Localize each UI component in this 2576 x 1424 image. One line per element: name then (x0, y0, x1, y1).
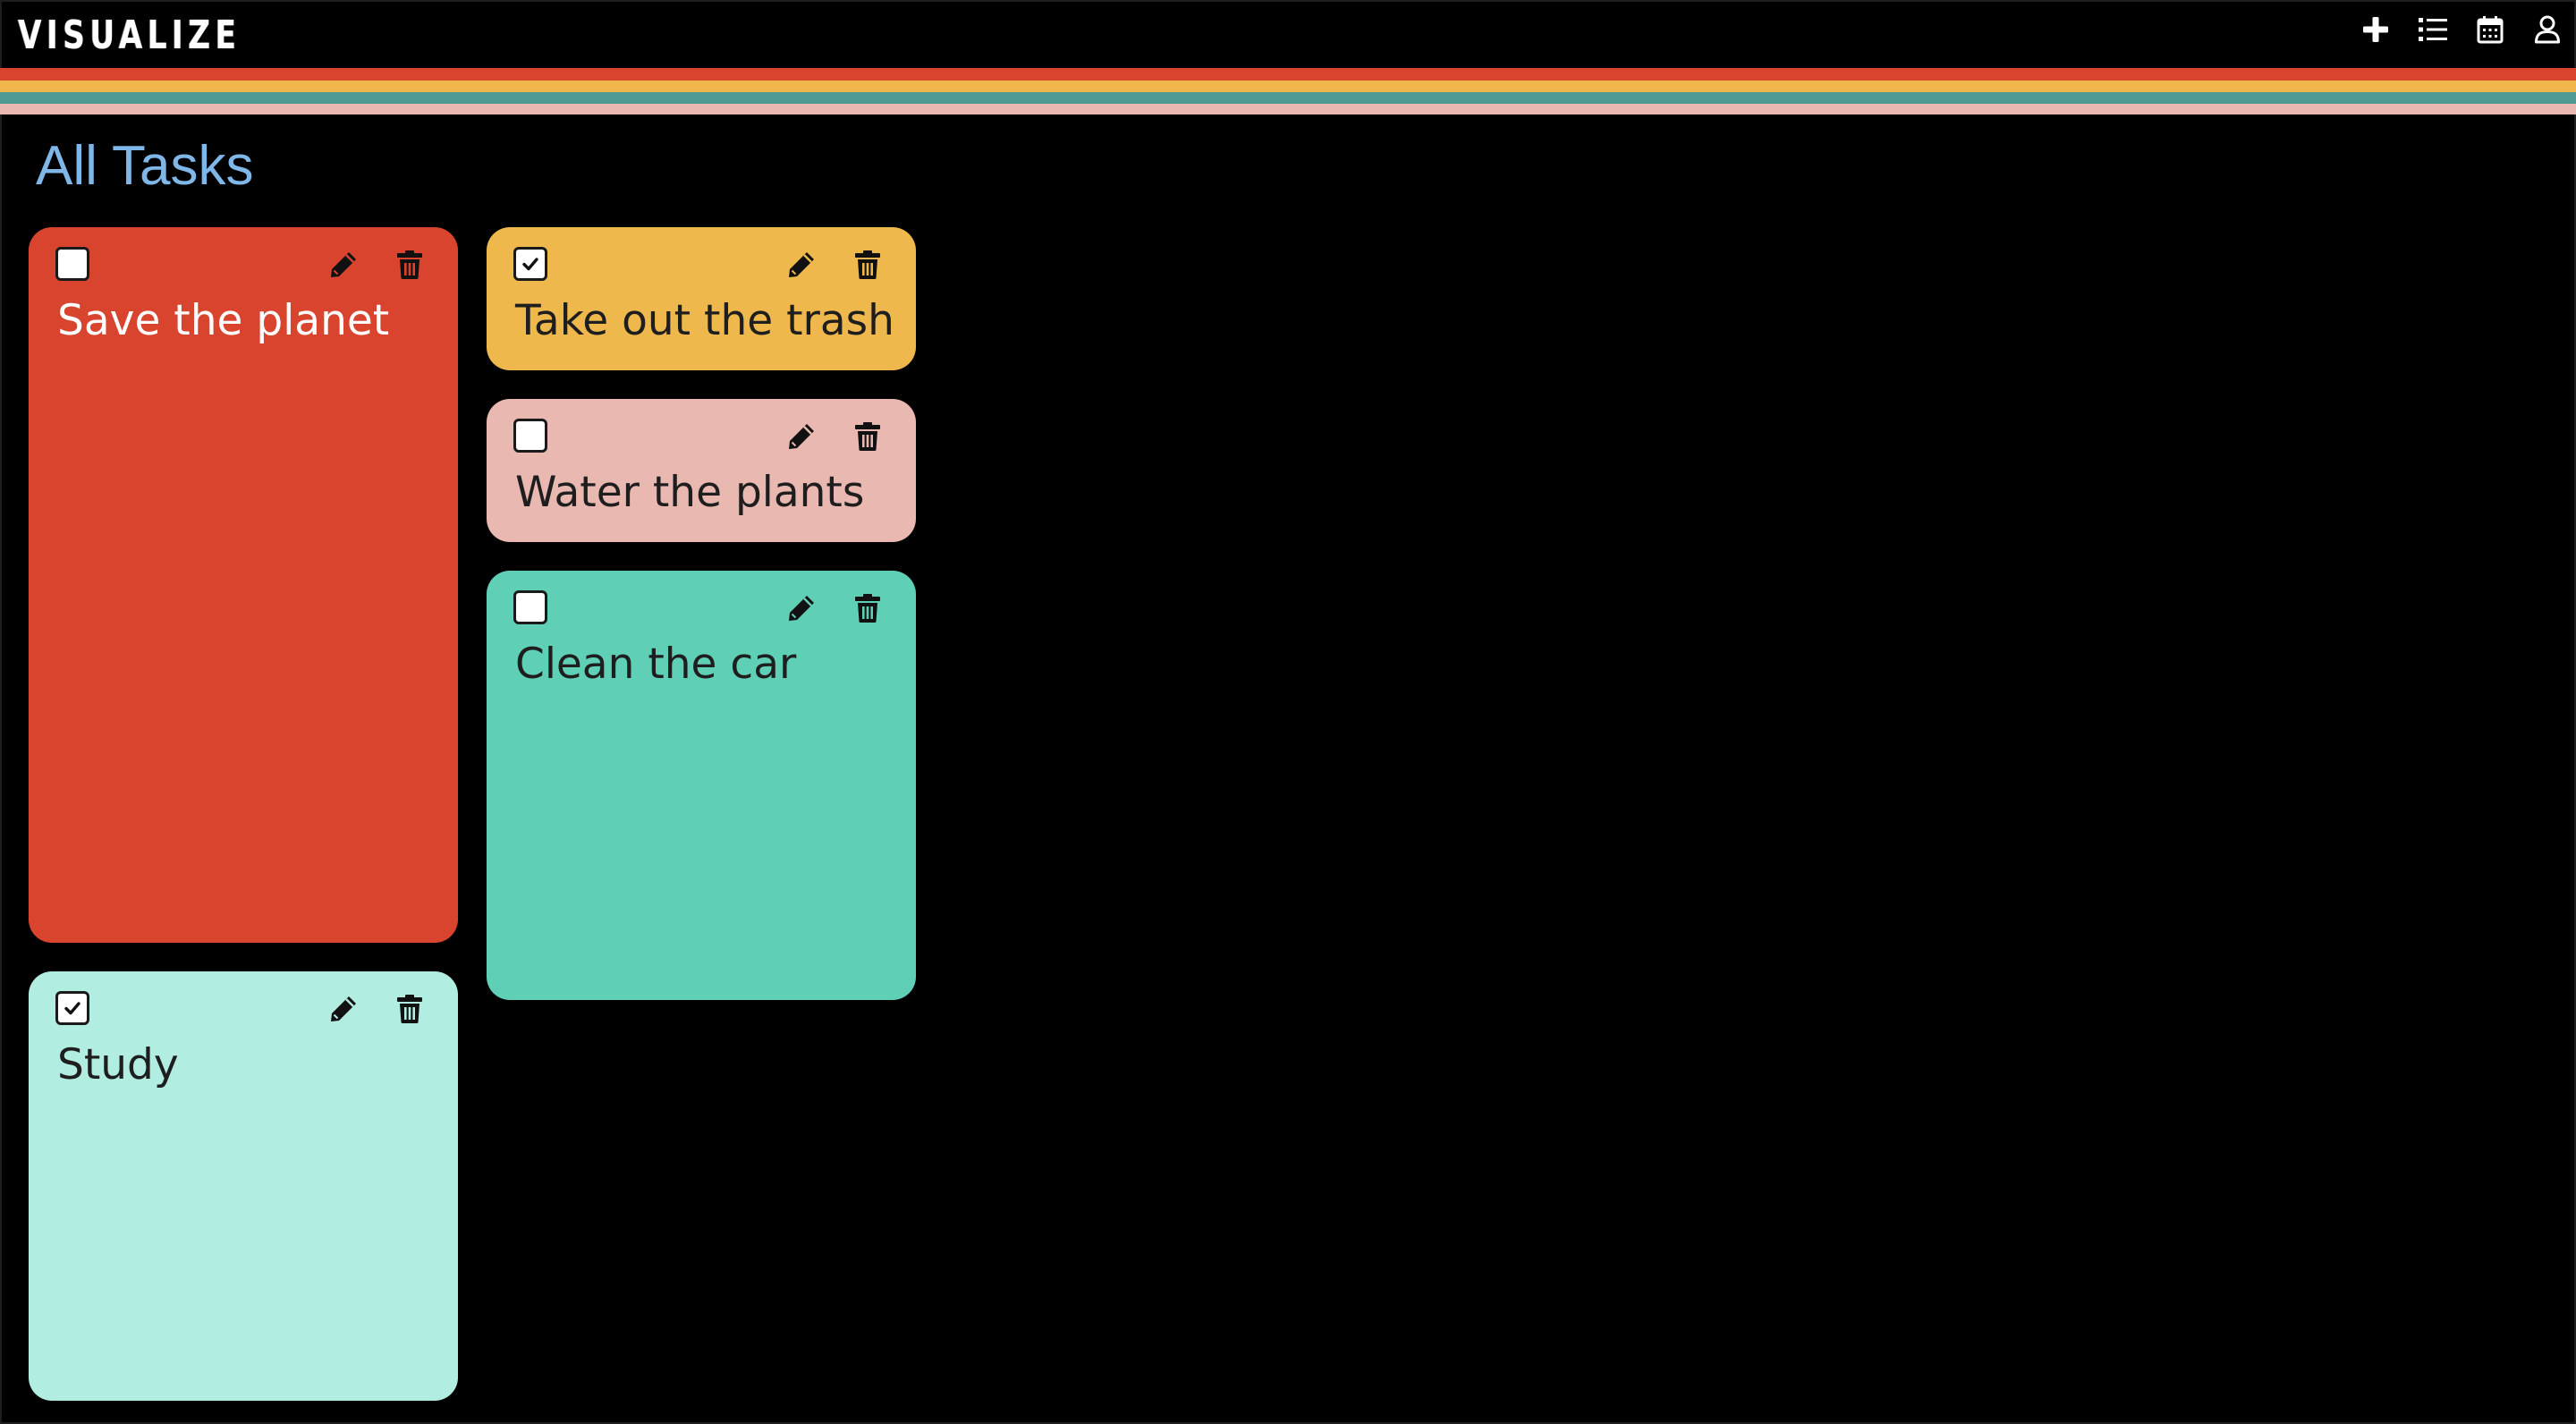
user-icon (2535, 15, 2560, 44)
pencil-icon (331, 996, 356, 1021)
task-title: Clean the car (515, 640, 797, 689)
delete-button[interactable] (392, 991, 428, 1027)
task-title: Water the plants (515, 468, 865, 517)
task-checkbox[interactable] (513, 590, 547, 624)
plus-icon (2363, 17, 2388, 42)
list-icon (2419, 18, 2447, 41)
calendar-view-button[interactable] (2462, 13, 2519, 47)
edit-button[interactable] (784, 247, 819, 283)
task-checkbox[interactable] (55, 991, 89, 1025)
edit-button[interactable] (326, 247, 361, 283)
task-checkbox[interactable] (513, 247, 547, 281)
top-nav (2347, 13, 2576, 47)
trash-icon (397, 250, 422, 279)
task-card: Study (29, 971, 458, 1401)
delete-button[interactable] (850, 419, 886, 454)
checkmark-icon (64, 1002, 80, 1015)
trash-icon (855, 250, 880, 279)
edit-button[interactable] (784, 590, 819, 626)
checkmark-icon (522, 258, 538, 271)
trash-icon (397, 995, 422, 1023)
stripe-yellow (0, 81, 2576, 92)
list-view-button[interactable] (2404, 13, 2462, 47)
add-task-button[interactable] (2347, 13, 2404, 47)
profile-button[interactable] (2519, 13, 2576, 47)
page-title: All Tasks (36, 135, 254, 197)
task-checkbox[interactable] (513, 419, 547, 453)
task-card: Save the planet (29, 227, 458, 943)
trash-icon (855, 422, 880, 451)
pencil-icon (789, 424, 814, 449)
pencil-icon (789, 252, 814, 277)
pencil-icon (789, 596, 814, 621)
stripe-red (0, 68, 2576, 81)
pencil-icon (331, 252, 356, 277)
delete-button[interactable] (392, 247, 428, 283)
top-bar: VISUALIZE (0, 0, 2576, 68)
task-title: Save the planet (57, 296, 390, 345)
task-card: Clean the car (487, 571, 916, 1000)
rainbow-stripes (0, 68, 2576, 114)
edit-button[interactable] (326, 991, 361, 1027)
calendar-icon (2477, 16, 2504, 44)
edit-button[interactable] (784, 419, 819, 454)
delete-button[interactable] (850, 247, 886, 283)
app-logo[interactable]: VISUALIZE (18, 9, 242, 63)
task-card: Take out the trash (487, 227, 916, 370)
stripe-teal (0, 92, 2576, 104)
stripe-pink (0, 104, 2576, 114)
task-card: Water the plants (487, 399, 916, 542)
task-title: Take out the trash (515, 296, 894, 345)
task-title: Study (57, 1040, 179, 1089)
delete-button[interactable] (850, 590, 886, 626)
trash-icon (855, 594, 880, 623)
task-checkbox[interactable] (55, 247, 89, 281)
